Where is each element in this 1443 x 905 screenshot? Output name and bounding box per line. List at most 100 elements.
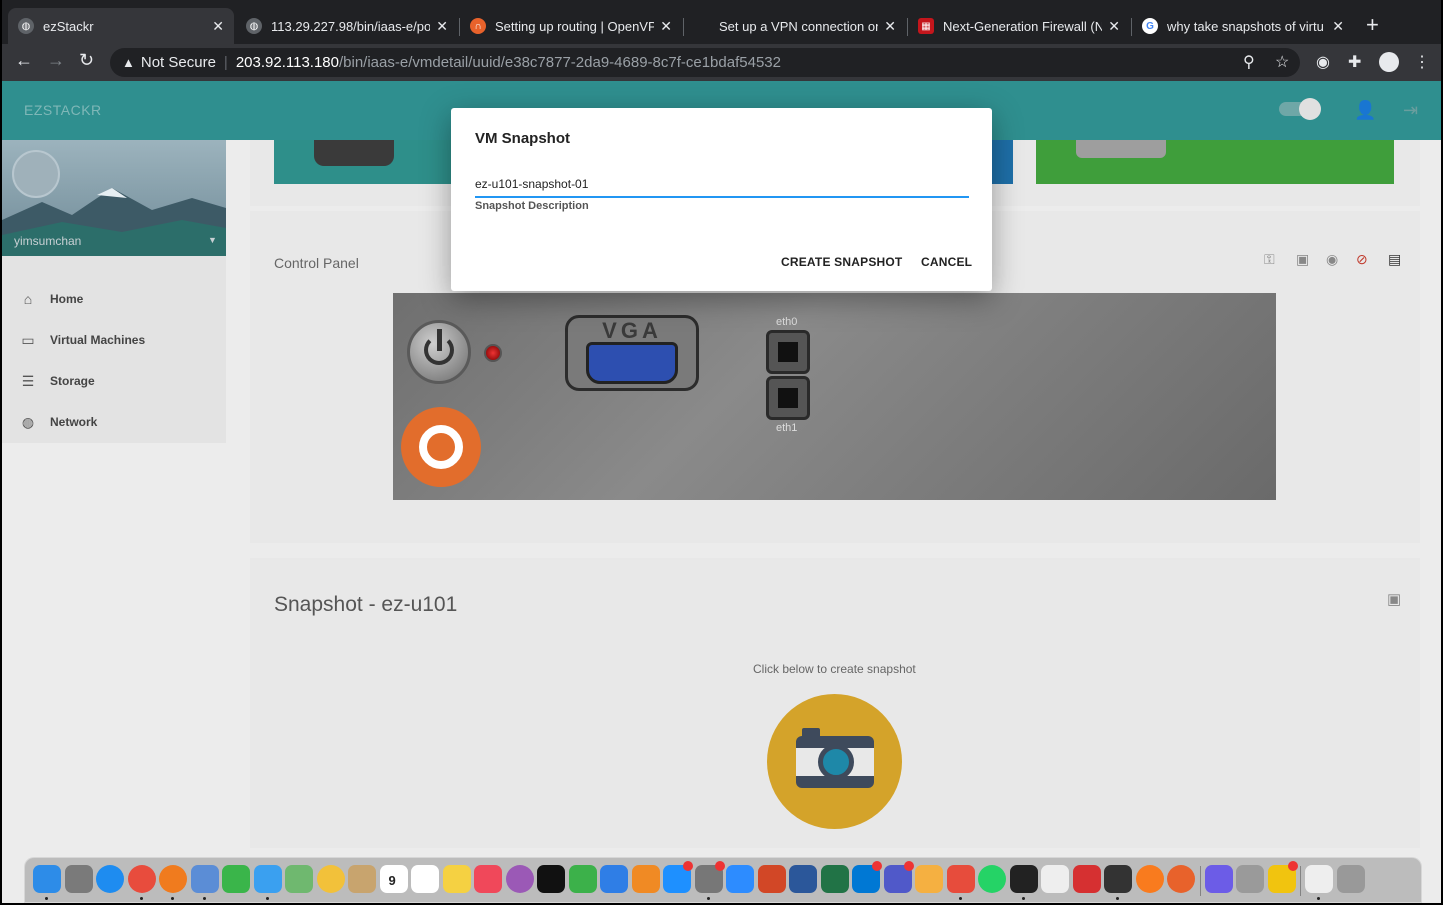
dialog-title: VM Snapshot [475, 130, 571, 147]
activity-icon[interactable] [1104, 865, 1132, 893]
maps-icon[interactable] [285, 865, 313, 893]
browser-toolbar: ← → ↻ ▲ Not Secure | 203.92.113.180/bin/… [2, 44, 1441, 81]
preview-icon[interactable] [190, 865, 219, 893]
finder-icon[interactable] [33, 865, 61, 893]
running-indicator [202, 897, 206, 900]
safari-icon[interactable] [96, 865, 124, 893]
dock-separator [1199, 866, 1201, 896]
openvpn-icon[interactable] [1167, 865, 1195, 893]
word-icon[interactable] [789, 865, 817, 893]
downloads-icon[interactable] [1305, 865, 1333, 893]
tab-ip-address[interactable]: ◍ 113.29.227.98/bin/iaas-e/po ✕ [236, 8, 458, 44]
pages-icon[interactable] [631, 865, 660, 893]
new-tab-button[interactable]: + [1366, 12, 1379, 38]
globe-icon: ◍ [246, 18, 262, 34]
vm-snapshot-dialog: VM Snapshot Snapshot Description CREATE … [451, 108, 992, 291]
close-icon[interactable]: ✕ [660, 18, 672, 35]
numbers-icon[interactable] [568, 865, 597, 893]
contacts-icon[interactable] [348, 865, 376, 893]
profile-avatar-icon[interactable] [1379, 52, 1399, 72]
tab-apple-vpn[interactable]: Set up a VPN connection on ✕ [684, 8, 906, 44]
macos-dock: 9 [24, 857, 1422, 903]
apple-icon [694, 18, 710, 34]
running-indicator [171, 897, 174, 900]
tv-icon[interactable] [537, 865, 565, 893]
excel-icon[interactable] [820, 865, 849, 893]
close-icon[interactable]: ✕ [884, 18, 896, 35]
address-divider: | [223, 54, 228, 71]
security-label[interactable]: Not Secure [141, 54, 216, 71]
appstore-badge [683, 861, 693, 871]
create-snapshot-dialog-button[interactable]: CREATE SNAPSHOT [781, 255, 902, 269]
running-indicator [265, 897, 269, 900]
messages-icon[interactable] [253, 865, 282, 893]
tab-title: Setting up routing | OpenVP [495, 18, 655, 34]
firefox-dev-icon[interactable] [1135, 865, 1164, 893]
imovie-icon[interactable] [1204, 865, 1233, 893]
outlook-badge [872, 861, 882, 871]
calendar-icon[interactable]: 9 [379, 865, 408, 893]
close-icon[interactable]: ✕ [1108, 18, 1120, 35]
back-icon[interactable]: ← [15, 50, 33, 71]
snapshot-description-input[interactable] [475, 172, 969, 198]
photo-booth-icon[interactable] [1236, 865, 1264, 893]
running-indicator [139, 897, 143, 900]
tab-title: ezStackr [43, 18, 94, 34]
tab-title: why take snapshots of virtu [1167, 18, 1324, 34]
parallels-icon[interactable] [946, 865, 975, 893]
music-icon[interactable] [474, 865, 502, 893]
browser-window: ◍ ezStackr ✕ ◍ 113.29.227.98/bin/iaas-e/… [2, 0, 1441, 903]
close-icon[interactable]: ✕ [212, 18, 224, 35]
extension-record-icon[interactable]: ◉ [1316, 52, 1330, 72]
close-icon[interactable]: ✕ [1332, 18, 1344, 35]
bookmark-star-icon[interactable]: ☆ [1275, 52, 1289, 72]
chrome-icon[interactable] [127, 865, 156, 893]
notes-icon[interactable] [442, 865, 471, 893]
globe-icon: ◍ [18, 18, 34, 34]
tab-openvpn[interactable]: ∩ Setting up routing | OpenVP ✕ [460, 8, 682, 44]
podcasts-icon[interactable] [505, 865, 534, 893]
cancel-button[interactable]: CANCEL [921, 255, 972, 269]
photos-icon[interactable] [316, 865, 345, 893]
powerpoint-icon[interactable] [757, 865, 786, 893]
terminal-icon[interactable] [1009, 865, 1038, 893]
ms-store-badge [1287, 861, 1298, 871]
trash-icon[interactable] [1336, 865, 1365, 893]
url-path[interactable]: /bin/iaas-e/vmdetail/uuid/e38c7877-2da9-… [339, 54, 781, 71]
tab-title: 113.29.227.98/bin/iaas-e/po [271, 18, 431, 34]
tab-title: Set up a VPN connection on [719, 18, 879, 34]
shield-icon[interactable] [1072, 865, 1101, 893]
warning-icon[interactable]: ▲ [122, 55, 135, 70]
launchpad-icon[interactable] [64, 865, 93, 893]
textedit-icon[interactable] [1041, 865, 1069, 893]
whatsapp-icon[interactable] [978, 865, 1006, 893]
teams-badge [903, 861, 914, 871]
reload-icon[interactable]: ↻ [79, 50, 94, 71]
zoom-icon[interactable] [726, 865, 754, 893]
facetime-icon[interactable] [222, 865, 250, 893]
tab-google[interactable]: G why take snapshots of virtu ✕ [1132, 8, 1354, 44]
running-indicator [1317, 897, 1320, 900]
google-icon: G [1142, 18, 1158, 34]
running-indicator [706, 897, 710, 900]
forward-icon[interactable]: → [47, 50, 65, 71]
zoom-icon[interactable]: ⚲ [1243, 52, 1255, 72]
systemprefs-badge [714, 861, 725, 871]
running-indicator [1021, 897, 1025, 900]
calendar-day: 9 [388, 873, 396, 888]
firefox-icon[interactable] [159, 865, 187, 893]
running-indicator [1116, 897, 1119, 900]
firewall-icon: ▦ [918, 18, 934, 34]
paint-icon[interactable] [915, 865, 943, 893]
tab-ezstackr[interactable]: ◍ ezStackr ✕ [8, 8, 234, 44]
keynote-icon[interactable] [600, 865, 628, 893]
close-icon[interactable]: ✕ [436, 18, 448, 35]
address-bar[interactable]: ▲ Not Secure | 203.92.113.180/bin/iaas-e… [110, 48, 1300, 77]
tab-firewall[interactable]: ▦ Next-Generation Firewall (N ✕ [908, 8, 1130, 44]
tab-strip: ◍ ezStackr ✕ ◍ 113.29.227.98/bin/iaas-e/… [2, 0, 1441, 44]
menu-kebab-icon[interactable]: ⋮ [1414, 52, 1430, 72]
url-host[interactable]: 203.92.113.180 [236, 54, 339, 71]
snapshot-description-label: Snapshot Description [475, 200, 589, 212]
extensions-puzzle-icon[interactable]: ✚ [1348, 52, 1361, 72]
reminders-icon[interactable] [411, 865, 439, 893]
